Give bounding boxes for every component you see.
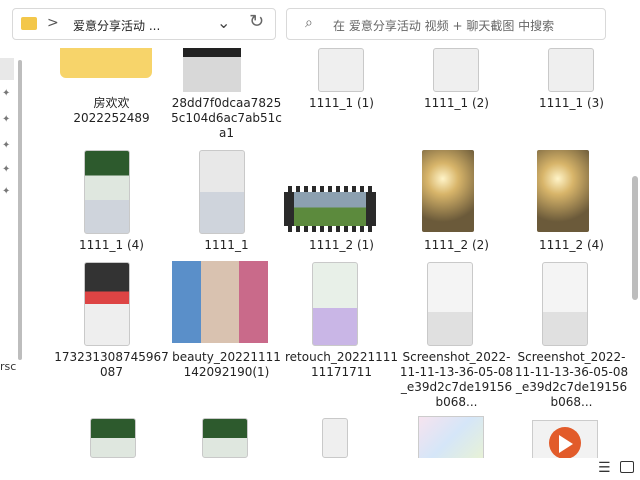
- nav-partial-label[interactable]: rsc: [0, 360, 16, 373]
- image-thumbnail[interactable]: [322, 418, 348, 458]
- folder-icon: [21, 17, 37, 30]
- file-name: retouch_2022111111171711: [285, 350, 398, 379]
- image-thumbnail[interactable]: [537, 150, 589, 232]
- search-box[interactable]: ⌕ 在 爱意分享活动 视频 + 聊天截图 中搜索: [286, 8, 606, 40]
- image-thumbnail[interactable]: [202, 418, 248, 458]
- file-name: beauty_20221111142092190(1): [172, 350, 281, 379]
- chevron-down-icon[interactable]: ⌄: [217, 13, 230, 32]
- breadcrumb-current-folder[interactable]: 爱意分享活动 ...: [73, 17, 160, 34]
- file-thumbnail[interactable]: [514, 48, 629, 128]
- video-thumbnail[interactable]: [284, 186, 376, 232]
- file-name: 1111_1 (2): [424, 96, 489, 110]
- pin-icon: ✦: [2, 88, 11, 99]
- pin-icon: ✦: [2, 164, 11, 175]
- refresh-icon[interactable]: ↻: [249, 11, 264, 32]
- file-name: 1111_2 (4): [539, 238, 604, 252]
- breadcrumb-chevron-icon[interactable]: >: [47, 15, 59, 31]
- image-thumbnail[interactable]: [312, 262, 358, 346]
- file-name: 1111_1: [204, 238, 249, 252]
- file-name: 1111_1 (3): [539, 96, 604, 110]
- pin-icon: ✦: [2, 140, 11, 151]
- image-thumbnail[interactable]: [427, 262, 473, 346]
- image-thumbnail[interactable]: [422, 150, 474, 232]
- address-bar[interactable]: > 爱意分享活动 ... ⌄ ↻: [12, 8, 276, 40]
- file-grid: 房欢欢 2022252489 28dd7f0dcaa78255c104d6ac7…: [54, 48, 629, 458]
- search-input[interactable]: 在 爱意分享活动 视频 + 聊天截图 中搜索: [333, 17, 554, 34]
- content-scrollbar[interactable]: [632, 176, 638, 300]
- nav-scrollbar[interactable]: [18, 60, 22, 360]
- image-thumbnail[interactable]: [84, 150, 130, 234]
- image-thumbnail[interactable]: [542, 262, 588, 346]
- file-name: 1111_2 (1): [309, 238, 374, 252]
- file-name: 28dd7f0dcaa78255c104d6ac7ab51ca1: [171, 96, 282, 140]
- pin-icon: ✦: [2, 114, 11, 125]
- photo-thumbnail[interactable]: [172, 261, 268, 343]
- file-name: Screenshot_2022-11-11-13-36-05-08_e39d2c…: [514, 350, 629, 409]
- file-name: 1111_1 (4): [79, 238, 144, 252]
- image-thumbnail[interactable]: [418, 416, 484, 458]
- pin-icon: ✦: [2, 186, 11, 197]
- large-icons-view-icon[interactable]: [620, 461, 634, 473]
- image-thumbnail[interactable]: [199, 150, 245, 234]
- nav-selected-item[interactable]: [0, 58, 14, 80]
- file-name: 173231308745967087: [54, 350, 169, 379]
- image-thumbnail[interactable]: [90, 418, 136, 458]
- file-name: 1111_1 (1): [309, 96, 374, 110]
- image-thumbnail[interactable]: [84, 262, 130, 346]
- details-view-icon[interactable]: ☰: [598, 460, 611, 476]
- status-bar: [0, 458, 640, 480]
- file-thumbnail[interactable]: [399, 48, 514, 128]
- file-name: 房欢欢 2022252489: [73, 96, 150, 125]
- file-name: Screenshot_2022-11-11-13-36-05-08_e39d2c…: [399, 350, 514, 409]
- search-icon: ⌕: [305, 15, 313, 31]
- file-thumbnail[interactable]: [284, 48, 399, 128]
- media-file-thumbnail[interactable]: [532, 420, 598, 458]
- file-name: 1111_2 (2): [424, 238, 489, 252]
